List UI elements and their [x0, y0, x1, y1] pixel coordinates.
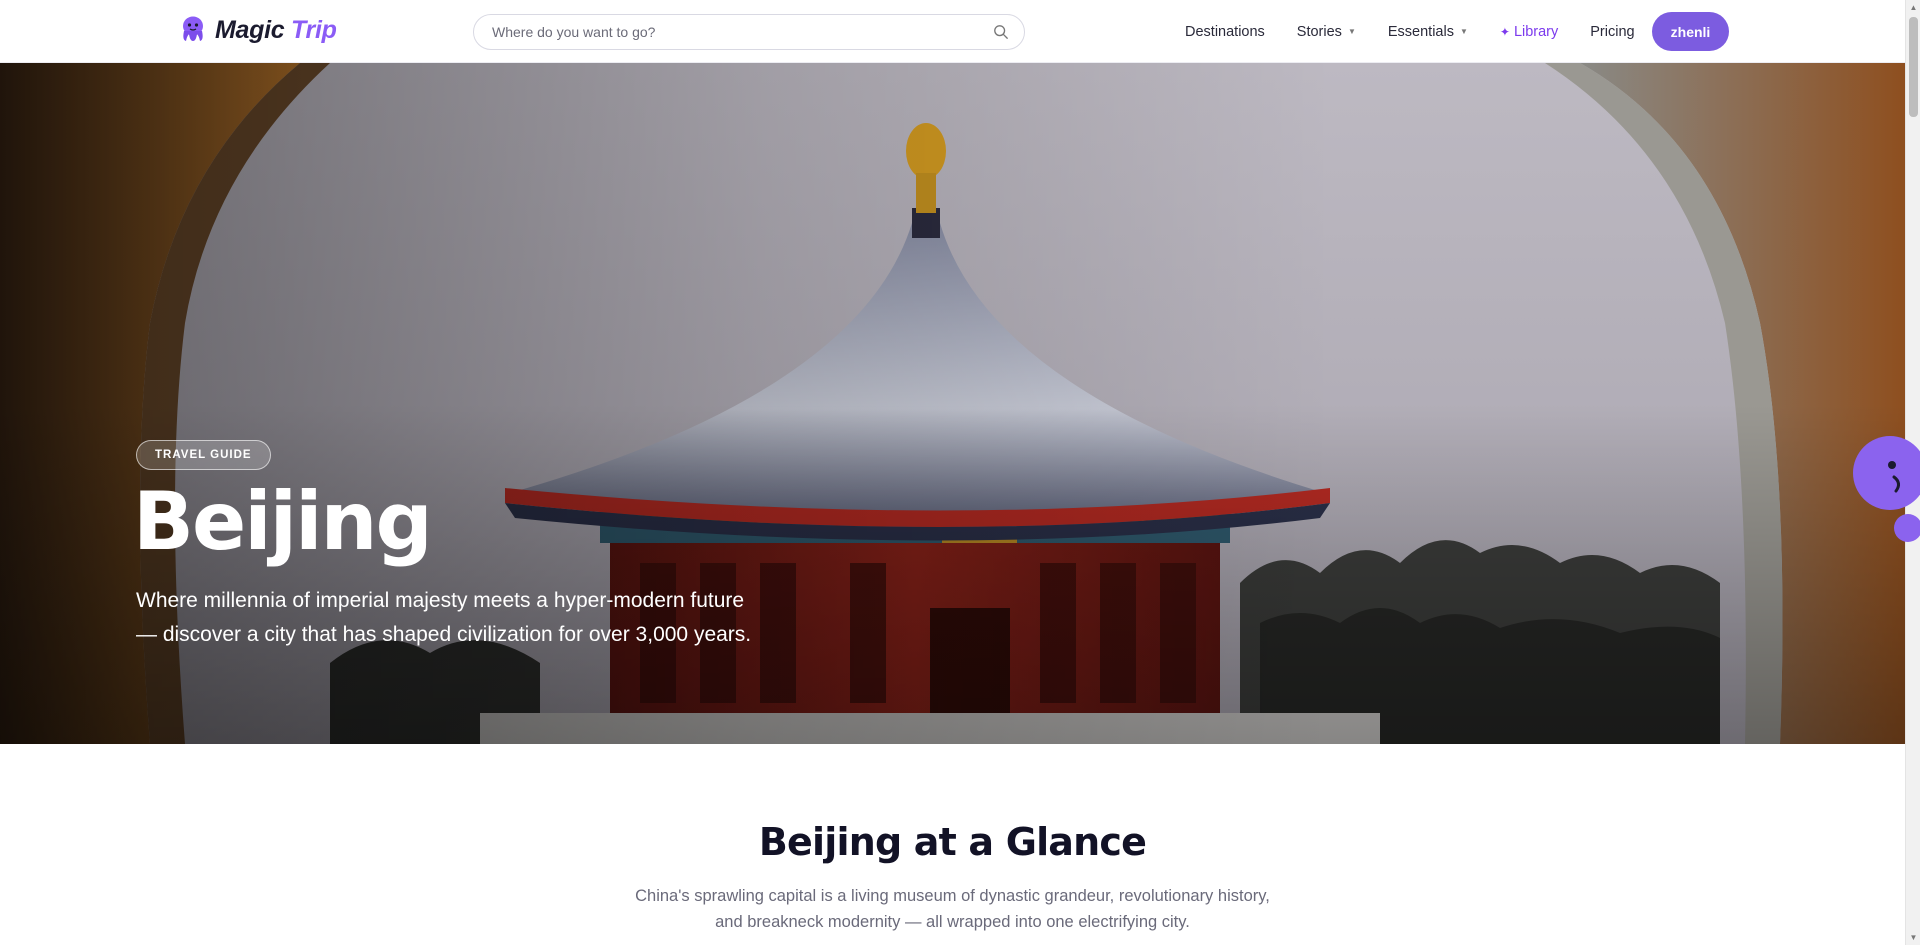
hero-title: Beijing — [133, 475, 433, 568]
search-icon[interactable] — [992, 23, 1010, 41]
nav-stories-label: Stories — [1296, 23, 1342, 40]
chevron-down-icon: ▼ — [1459, 27, 1468, 36]
scroll-down-arrow-icon[interactable]: ▼ — [1906, 930, 1920, 945]
travel-guide-badge: TRAVEL GUIDE — [136, 440, 271, 470]
scroll-up-arrow-icon[interactable]: ▲ — [1906, 0, 1920, 15]
logo-word-magic: Magic — [215, 15, 285, 44]
nav-stories[interactable]: Stories ▼ — [1297, 24, 1356, 40]
nav-pricing-label: Pricing — [1590, 23, 1635, 40]
nav-library-label: Library — [1513, 23, 1559, 40]
top-navbar: Magic Trip Destinations Stories ▼ Essent… — [0, 0, 1905, 63]
nav-pricing[interactable]: Pricing — [1590, 24, 1634, 40]
main-nav: Destinations Stories ▼ Essentials ▼ ✦ Li… — [1185, 0, 1667, 63]
search-bar[interactable] — [473, 14, 1025, 50]
logo-text: Magic Trip — [215, 16, 337, 45]
glance-description: China's sprawling capital is a living mu… — [635, 887, 1270, 931]
nav-destinations[interactable]: Destinations — [1185, 24, 1265, 40]
search-input[interactable] — [492, 24, 992, 40]
scrollbar-thumb[interactable] — [1909, 17, 1918, 117]
logo[interactable]: Magic Trip — [177, 14, 337, 46]
octopus-icon — [183, 16, 203, 41]
hero-banner: TRAVEL GUIDE Beijing Where millennia of … — [0, 63, 1905, 744]
glance-title: Beijing at a Glance — [758, 820, 1147, 864]
nav-library[interactable]: ✦ Library — [1500, 24, 1558, 40]
hero-subtitle: Where millennia of imperial majesty meet… — [136, 589, 752, 646]
nav-essentials-label: Essentials — [1387, 23, 1454, 40]
sparkle-icon: ✦ — [1499, 24, 1510, 39]
nav-destinations-label: Destinations — [1185, 23, 1265, 40]
octopus-mascot-icon[interactable] — [1850, 433, 1920, 543]
user-account-button[interactable]: zhenli — [1652, 12, 1729, 51]
logo-word-trip: Trip — [291, 15, 337, 44]
nav-essentials[interactable]: Essentials ▼ — [1388, 24, 1468, 40]
chevron-down-icon: ▼ — [1347, 27, 1356, 36]
